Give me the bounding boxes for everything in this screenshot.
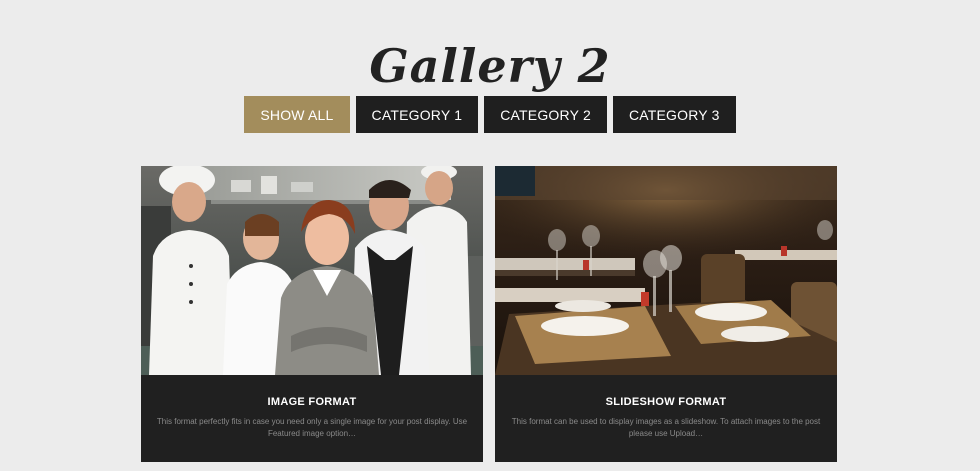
post-title[interactable]: SLIDESHOW FORMAT [495, 396, 837, 408]
post-excerpt: This format perfectly fits in case you n… [156, 417, 468, 438]
filter-show-all-button[interactable]: SHOW ALL [244, 96, 350, 133]
post-title[interactable]: IMAGE FORMAT [141, 396, 483, 408]
category-filter-bar: SHOW ALL CATEGORY 1 CATEGORY 2 CATEGORY … [0, 96, 980, 133]
filter-category-1-button[interactable]: CATEGORY 1 [355, 96, 479, 133]
card-caption: IMAGE FORMAT This format perfectly fits … [141, 375, 483, 462]
gallery-card-image-format[interactable]: IMAGE FORMAT This format perfectly fits … [141, 166, 483, 462]
card-caption: SLIDESHOW FORMAT This format can be used… [495, 375, 837, 462]
restaurant-staff-photo[interactable] [141, 166, 483, 375]
post-excerpt: This format can be used to display image… [511, 417, 821, 438]
gallery-title: Gallery 2 [369, 38, 611, 93]
restaurant-table-photo[interactable] [495, 166, 837, 375]
gallery-card-slideshow-format[interactable]: SLIDESHOW FORMAT This format can be used… [495, 166, 837, 462]
filter-category-3-button[interactable]: CATEGORY 3 [612, 96, 736, 133]
filter-category-2-button[interactable]: CATEGORY 2 [484, 96, 607, 133]
